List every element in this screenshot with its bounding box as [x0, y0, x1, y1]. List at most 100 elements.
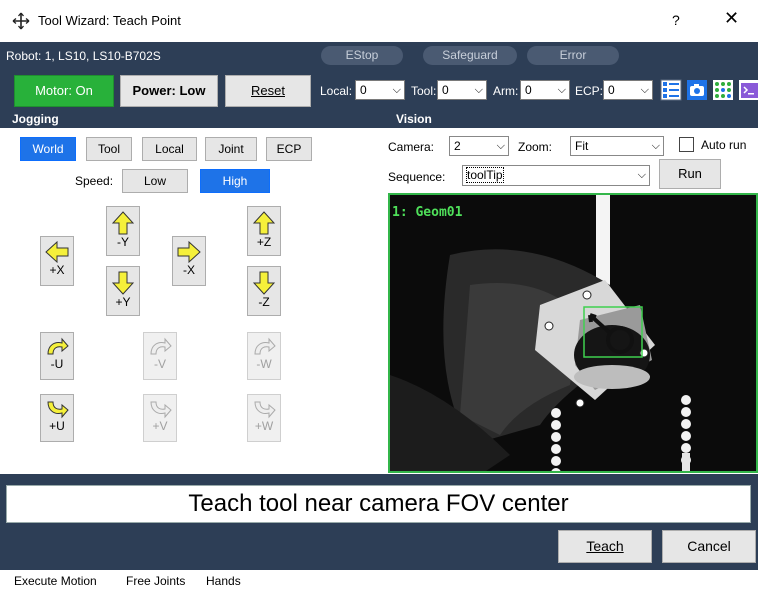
- mode-world[interactable]: World: [20, 137, 76, 161]
- window-title: Tool Wizard: Teach Point: [38, 13, 181, 28]
- chevron-down-icon: ⌵: [651, 140, 660, 152]
- chevron-down-icon: ⌵: [496, 140, 505, 152]
- jog-label: +V: [152, 419, 168, 433]
- error-indicator: Error: [527, 46, 619, 65]
- ecp-label: ECP:: [575, 84, 604, 98]
- run-button[interactable]: Run: [659, 159, 721, 189]
- vision-header: Vision: [386, 110, 758, 128]
- teach-button[interactable]: Teach: [558, 530, 652, 563]
- jog-label: -Z: [258, 295, 270, 309]
- rotate-cw-icon: [47, 401, 69, 419]
- robot-label: Robot: 1, LS10, LS10-B702S: [6, 49, 161, 63]
- tab-free-joints[interactable]: Free Joints: [126, 574, 185, 588]
- power-button[interactable]: Power: Low: [120, 75, 218, 107]
- move-icon: [12, 12, 30, 30]
- jog-minus-w-button[interactable]: -W: [247, 332, 281, 380]
- close-button[interactable]: ✕: [724, 8, 739, 29]
- rotate-cw-icon: [254, 401, 276, 419]
- arrow-down-icon: [253, 271, 275, 295]
- camera-icon[interactable]: [686, 79, 708, 101]
- local-select[interactable]: 0 ⌵: [355, 80, 405, 100]
- tab-hands[interactable]: Hands: [206, 574, 241, 588]
- jog-label: +U: [49, 419, 65, 433]
- arrow-up-icon: [112, 211, 134, 235]
- motor-button[interactable]: Motor: On: [14, 75, 114, 107]
- jog-label: +W: [254, 419, 274, 433]
- jog-label: -U: [50, 357, 64, 371]
- tool-value: 0: [442, 83, 449, 97]
- tool-label: Tool:: [411, 84, 437, 98]
- rotate-cw-icon: [150, 401, 172, 419]
- mode-joint[interactable]: Joint: [205, 137, 257, 161]
- arrow-up-icon: [253, 211, 275, 235]
- jog-label: +X: [49, 263, 65, 277]
- mode-tool[interactable]: Tool: [86, 137, 132, 161]
- arm-value: 0: [525, 83, 532, 97]
- jog-plus-u-button[interactable]: +U: [40, 394, 74, 442]
- reset-button[interactable]: Reset: [225, 75, 311, 107]
- mode-ecp[interactable]: ECP: [266, 137, 312, 161]
- local-value: 0: [360, 83, 367, 97]
- terminal-icon[interactable]: [738, 79, 758, 101]
- ecp-select[interactable]: 0 ⌵: [603, 80, 653, 100]
- jog-minus-u-button[interactable]: -U: [40, 332, 74, 380]
- jog-label: +Y: [115, 295, 131, 309]
- chevron-down-icon: ⌵: [557, 84, 566, 96]
- cancel-button[interactable]: Cancel: [662, 530, 756, 563]
- chevron-down-icon: ⌵: [640, 84, 649, 96]
- sequence-select[interactable]: toolTip ⌵: [462, 165, 650, 186]
- tool-select[interactable]: 0 ⌵: [437, 80, 487, 100]
- speed-low[interactable]: Low: [122, 169, 188, 193]
- jog-plus-w-button[interactable]: +W: [247, 394, 281, 442]
- jog-plus-y-button[interactable]: +Y: [106, 266, 140, 316]
- jog-minus-x-button[interactable]: -X: [172, 236, 206, 286]
- autorun-label: Auto run: [701, 138, 747, 152]
- vision-result-label: 1: Geom01: [392, 205, 463, 220]
- jog-label: -Y: [117, 235, 129, 249]
- camera-label: Camera:: [388, 140, 435, 154]
- title-bar: Tool Wizard: Teach Point ? ✕: [0, 0, 758, 42]
- rotate-ccw-icon: [254, 337, 276, 355]
- sequence-value: toolTip: [466, 167, 504, 183]
- sequence-label: Sequence:: [388, 170, 446, 184]
- jog-minus-y-button[interactable]: -Y: [106, 206, 140, 256]
- camera-value: 2: [454, 139, 461, 153]
- chevron-down-icon: ⌵: [637, 169, 646, 181]
- camera-select[interactable]: 2 ⌵: [449, 136, 509, 156]
- jogging-header: Jogging: [0, 110, 386, 128]
- speed-high[interactable]: High: [200, 169, 270, 193]
- io-grid-icon[interactable]: [712, 79, 734, 101]
- zoom-label: Zoom:: [518, 140, 553, 154]
- arm-label: Arm:: [493, 84, 519, 98]
- local-label: Local:: [320, 84, 353, 98]
- jog-label: -X: [183, 263, 195, 277]
- tab-execute-motion[interactable]: Execute Motion: [14, 574, 97, 588]
- arrow-left-icon: [45, 241, 69, 263]
- jog-plus-z-button[interactable]: +Z: [247, 206, 281, 256]
- rotate-ccw-icon: [150, 337, 172, 355]
- chevron-down-icon: ⌵: [474, 84, 483, 96]
- speed-label: Speed:: [75, 174, 114, 188]
- camera-image: [390, 195, 756, 471]
- mode-local[interactable]: Local: [142, 137, 197, 161]
- zoom-select[interactable]: Fit ⌵: [570, 136, 664, 156]
- zoom-value: Fit: [575, 139, 589, 153]
- camera-view[interactable]: 1: Geom01: [388, 193, 758, 473]
- jog-plus-x-button[interactable]: +X: [40, 236, 74, 286]
- jog-minus-z-button[interactable]: -Z: [247, 266, 281, 316]
- ecp-value: 0: [608, 83, 615, 97]
- arrow-down-icon: [112, 271, 134, 295]
- status-bar: Execute Motion Free Joints Hands: [0, 570, 758, 591]
- chevron-down-icon: ⌵: [392, 84, 401, 96]
- arm-select[interactable]: 0 ⌵: [520, 80, 570, 100]
- list-icon[interactable]: [660, 79, 682, 101]
- rotate-ccw-icon: [47, 337, 69, 355]
- arrow-right-icon: [177, 241, 201, 263]
- safeguard-indicator: Safeguard: [423, 46, 517, 65]
- jog-label: -V: [154, 357, 166, 371]
- jog-label: -W: [256, 357, 272, 371]
- jog-minus-v-button[interactable]: -V: [143, 332, 177, 380]
- jog-plus-v-button[interactable]: +V: [143, 394, 177, 442]
- help-button[interactable]: ?: [672, 12, 680, 28]
- autorun-checkbox[interactable]: [679, 137, 694, 152]
